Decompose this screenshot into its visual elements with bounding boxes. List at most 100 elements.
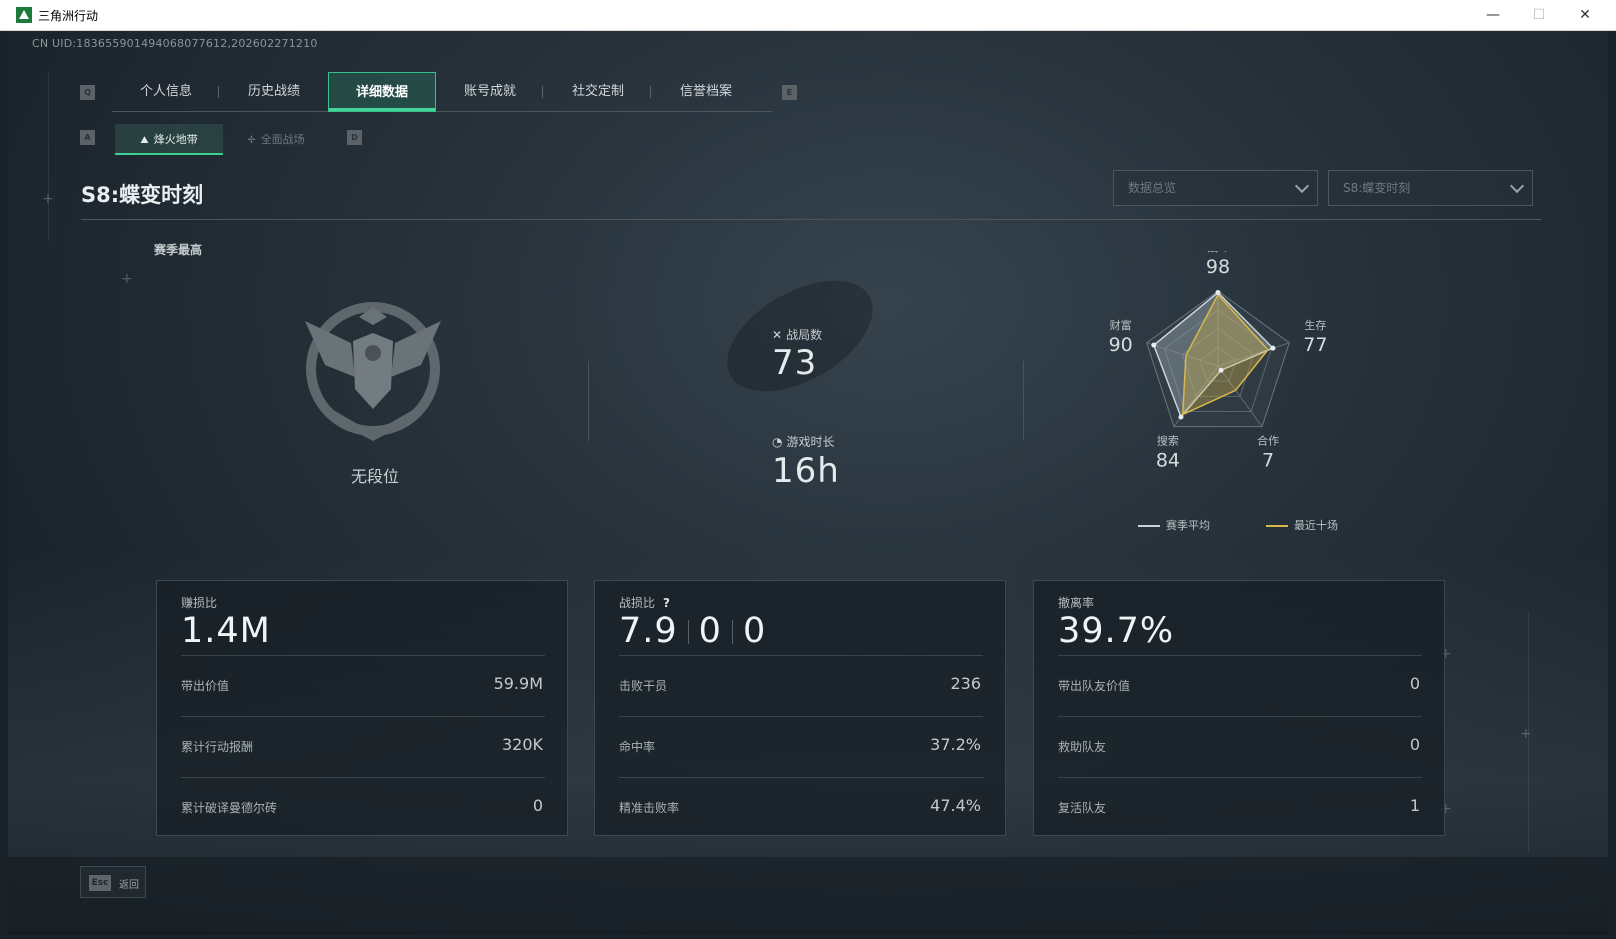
- crossed-swords-icon: ✕: [772, 328, 783, 342]
- mountain-icon: ⛰: [140, 135, 149, 146]
- radar-axis-label: 战斗: [1207, 251, 1229, 254]
- subtab-hazard-zone[interactable]: ⛰ 烽火地带: [115, 124, 223, 155]
- radar-axis-label: 合作: [1257, 434, 1279, 448]
- window-title: 三角洲行动: [38, 9, 99, 23]
- value-separator: [687, 620, 689, 644]
- minimize-button[interactable]: —: [1470, 0, 1516, 31]
- row-label: 带出队友价值: [1058, 679, 1131, 693]
- tab-achievements[interactable]: 账号成就: [436, 72, 544, 112]
- crosshair-icon: ✛: [247, 135, 256, 146]
- row-value: 0: [1409, 674, 1420, 693]
- panel-title: 战损比?: [619, 594, 670, 611]
- radar-point: [1215, 290, 1221, 295]
- close-button[interactable]: ✕: [1562, 0, 1608, 31]
- row-value: 0: [1409, 735, 1420, 754]
- row-label: 救助队友: [1058, 740, 1107, 754]
- row-divider: [1058, 655, 1422, 656]
- legend-swatch: [1266, 525, 1288, 527]
- app-window: 三角洲行动 — ☐ ✕ + + + + + CN UID:18365590149…: [0, 0, 1616, 939]
- row-divider: [1058, 777, 1422, 778]
- row-value: 47.4%: [930, 796, 981, 815]
- row-divider: [181, 716, 545, 717]
- row-divider: [619, 716, 983, 717]
- radar-axis-value: 90: [1109, 334, 1133, 356]
- prev-tab-key-hint[interactable]: Q: [80, 85, 95, 100]
- subtab-full-battlefield-label: 全面战场: [260, 133, 305, 146]
- matches-value: 73: [772, 343, 818, 383]
- prev-subtab-key-hint[interactable]: A: [80, 130, 95, 145]
- row-value: 37.2%: [930, 735, 981, 754]
- panel-title: 赚损比: [181, 596, 218, 610]
- back-label: 返回: [119, 880, 139, 891]
- panel-big-value: 39.7%: [1058, 611, 1175, 651]
- row-value: 320K: [501, 735, 543, 754]
- decor-plus-icon: +: [121, 271, 133, 287]
- season-high-label: 赛季最高: [154, 243, 203, 257]
- radar-point: [1178, 414, 1184, 420]
- stat-divider: [1023, 361, 1024, 441]
- maximize-button[interactable]: ☐: [1516, 0, 1562, 31]
- tab-detailed-data[interactable]: 详细数据: [328, 72, 436, 112]
- matches-label-text: 战局数: [786, 328, 823, 342]
- radar-axis-label: 财富: [1110, 318, 1132, 332]
- legend-season-average: 赛季平均: [1138, 517, 1210, 533]
- rank-eagle-emblem-icon: [305, 302, 441, 441]
- tab-separator: [542, 86, 543, 98]
- radar-point: [1218, 367, 1224, 373]
- bottom-bar: [8, 857, 1608, 935]
- row-divider: [181, 777, 545, 778]
- panel-title: 撤离率: [1058, 596, 1095, 610]
- row-label: 精准击败率: [619, 801, 680, 815]
- panel-title-text: 战损比: [619, 596, 656, 610]
- row-label: 击败干员: [619, 679, 668, 693]
- section-divider: [81, 219, 1541, 220]
- subtab-hazard-zone-label: 烽火地带: [153, 133, 198, 146]
- back-button[interactable]: Esc 返回: [80, 866, 146, 898]
- row-label: 带出价值: [181, 679, 230, 693]
- kd-panel: 战损比? 7.9 0 0 击败干员 236 命中率 37.2% 精准击败率 47.4…: [594, 580, 1006, 836]
- tab-match-history[interactable]: 历史战绩: [220, 72, 328, 112]
- value-separator: [731, 620, 733, 644]
- subtab-full-battlefield[interactable]: ✛ 全面战场: [226, 124, 326, 155]
- season-dropdown[interactable]: S8:蝶变时刻: [1328, 170, 1533, 206]
- legend-swatch: [1138, 525, 1160, 527]
- tab-separator: [218, 86, 219, 98]
- row-divider: [1058, 716, 1422, 717]
- chevron-down-icon: [1509, 178, 1525, 194]
- game-content: + + + + + CN UID:18365590149406807761​2,…: [8, 31, 1608, 935]
- radar-axis-value: 98: [1206, 256, 1230, 278]
- row-label: 累计破译曼德尔砖: [181, 801, 278, 815]
- panel-big-value: 7.9 0 0: [619, 611, 766, 651]
- row-label: 命中率: [619, 740, 656, 754]
- row-value: 59.9M: [493, 674, 543, 693]
- ability-radar-chart: 战斗 98 生存 77 合作 7 搜索 84 财富 90: [1109, 251, 1328, 472]
- decor-plus-icon: +: [1520, 726, 1532, 742]
- tab-reputation-record[interactable]: 信誉档案: [652, 72, 760, 112]
- esc-key-hint: Esc: [89, 875, 111, 891]
- row-divider: [181, 655, 545, 656]
- panel-big-value: 1.4M: [181, 611, 271, 651]
- next-subtab-key-hint[interactable]: D: [347, 130, 362, 145]
- row-divider: [619, 777, 983, 778]
- playtime-label: ◔ 游戏时长: [772, 433, 835, 450]
- radar-point: [1270, 345, 1276, 351]
- radar-axis-value: 77: [1303, 334, 1327, 356]
- rank-name: 无段位: [350, 467, 399, 486]
- radar-axis-label: 生存: [1304, 318, 1326, 332]
- main-tab-bar: 个人信息 历史战绩 详细数据 账号成就 社交定制 信誉档案: [112, 72, 772, 112]
- view-dropdown[interactable]: 数据总览: [1113, 170, 1318, 206]
- season-dropdown-value: S8:蝶变时刻: [1343, 181, 1411, 195]
- kd-ratio-value: 7.9: [619, 611, 678, 651]
- tab-personal-info[interactable]: 个人信息: [112, 72, 220, 112]
- extraction-panel: 撤离率 39.7% 带出队友价值 0 救助队友 0 复活队友 1: [1033, 580, 1445, 836]
- tab-social-customize[interactable]: 社交定制: [544, 72, 652, 112]
- app-logo-icon: [16, 7, 32, 23]
- tab-separator: [650, 86, 651, 98]
- legend-recent-ten: 最近十场: [1266, 517, 1338, 533]
- uid-label: CN UID:18365590149406807761​2,2026022712…: [32, 37, 318, 50]
- stopwatch-icon: ◔: [772, 435, 783, 449]
- chevron-down-icon: [1294, 178, 1310, 194]
- help-icon[interactable]: ?: [663, 596, 670, 610]
- next-tab-key-hint[interactable]: E: [782, 85, 797, 100]
- row-value: 0: [532, 796, 543, 815]
